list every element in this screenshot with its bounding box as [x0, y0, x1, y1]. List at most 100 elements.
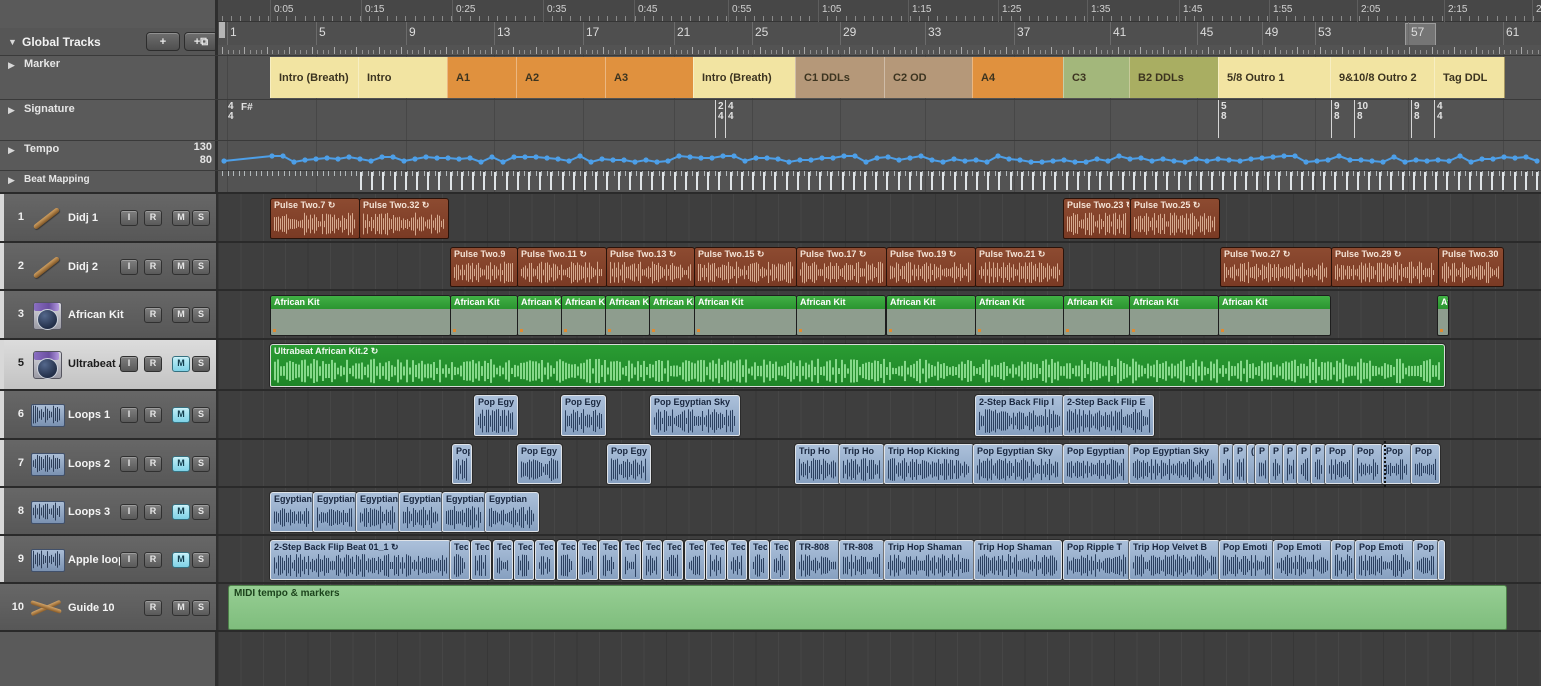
- record-enable-button[interactable]: R: [144, 356, 162, 372]
- track-header-row[interactable]: 1Didj 1IRMS: [0, 194, 216, 241]
- input-monitor-button[interactable]: I: [120, 552, 138, 568]
- region[interactable]: Pop Emoti: [1355, 540, 1414, 580]
- time-signature[interactable]: 4 4: [728, 102, 734, 122]
- region[interactable]: Tec: [599, 540, 619, 580]
- region[interactable]: Pop Egyptian Sky: [650, 395, 740, 436]
- solo-button[interactable]: S: [192, 600, 210, 616]
- region[interactable]: Tec: [749, 540, 769, 580]
- input-monitor-button[interactable]: I: [120, 407, 138, 423]
- region[interactable]: Tec: [621, 540, 641, 580]
- region[interactable]: African Kit: [1063, 295, 1130, 336]
- region[interactable]: African Kit: [517, 295, 562, 336]
- region[interactable]: Tec: [663, 540, 683, 580]
- arrangement-marker[interactable]: B2 DDLs: [1129, 57, 1220, 98]
- region[interactable]: African Kit: [796, 295, 886, 336]
- region[interactable]: Trip Hop Kicking: [884, 444, 974, 484]
- region[interactable]: African Kit: [694, 295, 797, 336]
- mute-button[interactable]: M: [172, 259, 190, 275]
- bar-ruler[interactable]: 15913172125293337414549535761: [218, 22, 1541, 45]
- region[interactable]: Pulse Two.27 ↻: [1220, 247, 1332, 287]
- track-name[interactable]: Apple loop...: [68, 554, 126, 566]
- region[interactable]: P: [1311, 444, 1326, 484]
- region[interactable]: Tec: [770, 540, 790, 580]
- region[interactable]: Pop: [1325, 444, 1354, 484]
- record-enable-button[interactable]: R: [144, 407, 162, 423]
- region[interactable]: Pop Egy: [517, 444, 562, 484]
- time-signature[interactable]: 2 4: [718, 102, 724, 122]
- region[interactable]: Pulse Two.7 ↻: [270, 198, 360, 239]
- track-header-row[interactable]: 9Apple loop...IRMS: [0, 536, 216, 582]
- region[interactable]: Tec: [642, 540, 662, 580]
- region[interactable]: Egyptian: [442, 492, 486, 532]
- input-monitor-button[interactable]: I: [120, 356, 138, 372]
- track-header-row[interactable]: 5Ultrabeat A...IRMS: [0, 340, 216, 389]
- expand-triangle-icon[interactable]: ▶: [8, 105, 15, 116]
- record-enable-button[interactable]: R: [144, 504, 162, 520]
- tempo-lane-header[interactable]: ▶ Tempo 130 80: [0, 143, 216, 169]
- region[interactable]: Pop: [1382, 444, 1412, 484]
- region[interactable]: P: [1233, 444, 1248, 484]
- mute-button[interactable]: M: [172, 456, 190, 472]
- region[interactable]: Pulse Two.29 ↻: [1331, 247, 1439, 287]
- region[interactable]: Pop Emoti: [1219, 540, 1274, 580]
- beat-mapping-lane-header[interactable]: ▶ Beat Mapping: [0, 173, 216, 189]
- signature-lane-header[interactable]: ▶ Signature: [0, 103, 216, 119]
- solo-button[interactable]: S: [192, 356, 210, 372]
- region[interactable]: African Kit: [1437, 295, 1449, 336]
- time-signature[interactable]: 5 8: [1221, 102, 1227, 122]
- region[interactable]: Pop: [1331, 540, 1356, 580]
- region[interactable]: Tec: [578, 540, 598, 580]
- arrangement-marker[interactable]: A3: [605, 57, 695, 98]
- input-monitor-button[interactable]: I: [120, 504, 138, 520]
- mute-button[interactable]: M: [172, 356, 190, 372]
- track-header-row[interactable]: 6Loops 1IRMS: [0, 391, 216, 438]
- region[interactable]: Pop Ripple T: [1063, 540, 1130, 580]
- region[interactable]: Pulse Two.19 ↻: [886, 247, 976, 287]
- region[interactable]: Tec: [514, 540, 534, 580]
- region[interactable]: Pulse Two.17 ↻: [796, 247, 887, 287]
- region[interactable]: Pop Egyptian Sky: [973, 444, 1063, 484]
- region[interactable]: African Kit: [450, 295, 518, 336]
- region[interactable]: P: [1255, 444, 1270, 484]
- region[interactable]: P: [1297, 444, 1312, 484]
- track-name[interactable]: Guide 10: [68, 602, 126, 614]
- track-name[interactable]: Didj 2: [68, 261, 126, 273]
- arrangement-marker[interactable]: C3: [1063, 57, 1131, 98]
- solo-button[interactable]: S: [192, 259, 210, 275]
- region[interactable]: Pulse Two.21 ↻: [975, 247, 1064, 287]
- arrangement-marker[interactable]: 5/8 Outro 1: [1218, 57, 1332, 98]
- record-enable-button[interactable]: R: [144, 210, 162, 226]
- record-enable-button[interactable]: R: [144, 259, 162, 275]
- record-enable-button[interactable]: R: [144, 600, 162, 616]
- arrangement-marker[interactable]: Intro (Breath): [693, 57, 797, 98]
- time-signature[interactable]: 4 4: [228, 102, 234, 122]
- region[interactable]: Pulse Two.25 ↻: [1130, 198, 1220, 239]
- region[interactable]: Pulse Two.9: [450, 247, 518, 287]
- region[interactable]: Pulse Two.32 ↻: [359, 198, 449, 239]
- region[interactable]: Tec: [535, 540, 555, 580]
- arrangement-marker[interactable]: 9&10/8 Outro 2: [1330, 57, 1436, 98]
- track-name[interactable]: Didj 1: [68, 212, 126, 224]
- track-name[interactable]: African Kit: [68, 309, 126, 321]
- region[interactable]: 2-Step Back Flip E: [1063, 395, 1154, 436]
- record-enable-button[interactable]: R: [144, 456, 162, 472]
- region[interactable]: African Kit: [886, 295, 976, 336]
- region[interactable]: Tec: [493, 540, 513, 580]
- region[interactable]: Tec: [557, 540, 577, 580]
- region[interactable]: Trip Ho: [839, 444, 884, 484]
- expand-triangle-icon[interactable]: ▶: [8, 175, 15, 186]
- track-header-row[interactable]: 7Loops 2IRMS: [0, 440, 216, 486]
- region[interactable]: Tec: [727, 540, 747, 580]
- track-header-row[interactable]: 8Loops 3IRMS: [0, 488, 216, 534]
- record-enable-button[interactable]: R: [144, 307, 162, 323]
- expand-triangle-icon[interactable]: ▶: [8, 60, 15, 71]
- tempo-curve[interactable]: [218, 140, 1541, 170]
- mute-button[interactable]: M: [172, 407, 190, 423]
- region[interactable]: Tec: [706, 540, 726, 580]
- region[interactable]: Pulse Two.30: [1438, 247, 1504, 287]
- region[interactable]: Egyptian: [485, 492, 539, 532]
- region[interactable]: Tec: [685, 540, 705, 580]
- region[interactable]: Pop: [452, 444, 472, 484]
- solo-button[interactable]: S: [192, 456, 210, 472]
- region[interactable]: African Kit: [605, 295, 650, 336]
